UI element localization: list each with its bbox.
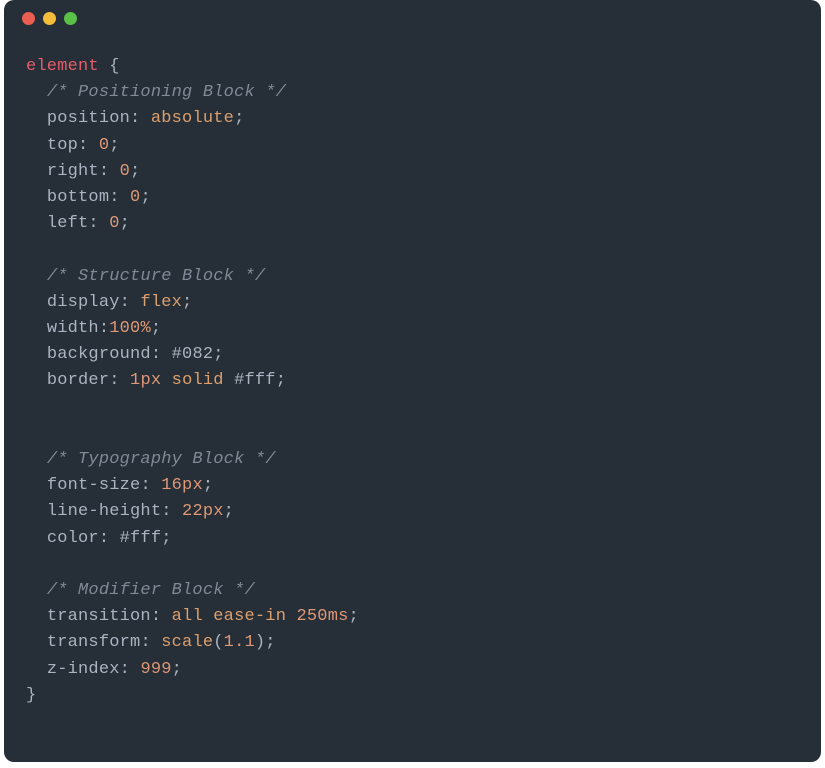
code-window: element { /* Positioning Block */ positi…	[4, 0, 821, 762]
css-value: 999	[140, 660, 171, 679]
css-value: 0	[120, 162, 130, 181]
css-selector: element	[26, 57, 99, 76]
window-titlebar	[4, 0, 821, 36]
css-value: 250ms	[297, 607, 349, 626]
css-property: background	[47, 345, 151, 364]
css-property: bottom	[47, 188, 109, 207]
css-value: 0	[99, 136, 109, 155]
css-value: )	[255, 633, 265, 652]
css-value: solid	[172, 371, 224, 390]
css-value: 16px	[161, 476, 203, 495]
css-comment: /* Modifier Block */	[47, 581, 255, 600]
css-value: #fff	[120, 529, 162, 548]
css-value: #fff	[234, 371, 276, 390]
css-property: font-size	[47, 476, 141, 495]
css-property: color	[47, 529, 99, 548]
css-value: 100%	[109, 319, 151, 338]
css-property: position	[47, 109, 130, 128]
css-value	[224, 371, 234, 390]
css-property: top	[47, 136, 78, 155]
css-value	[161, 371, 171, 390]
css-value: #082	[172, 345, 214, 364]
css-value: flex	[140, 293, 182, 312]
css-value: (	[213, 633, 223, 652]
close-brace: }	[26, 686, 36, 705]
css-property: transition	[47, 607, 151, 626]
css-value	[203, 607, 213, 626]
css-value: 0	[109, 214, 119, 233]
css-value: absolute	[151, 109, 234, 128]
open-brace: {	[99, 57, 120, 76]
css-value: all	[172, 607, 203, 626]
css-property: z-index	[47, 660, 120, 679]
css-value: 1px	[130, 371, 161, 390]
css-property: transform	[47, 633, 141, 652]
minimize-icon[interactable]	[43, 12, 56, 25]
css-property: display	[47, 293, 120, 312]
css-value	[286, 607, 296, 626]
css-value: ease-in	[213, 607, 286, 626]
css-comment: /* Typography Block */	[47, 450, 276, 469]
css-property: left	[47, 214, 89, 233]
css-property: line-height	[47, 502, 161, 521]
css-property: width	[47, 319, 99, 338]
css-value: 22px	[182, 502, 224, 521]
css-comment: /* Structure Block */	[47, 267, 265, 286]
css-value: scale	[161, 633, 213, 652]
close-icon[interactable]	[22, 12, 35, 25]
css-value: 1.1	[224, 633, 255, 652]
css-property: right	[47, 162, 99, 181]
css-comment: /* Positioning Block */	[47, 83, 286, 102]
css-value: 0	[130, 188, 140, 207]
css-property: border	[47, 371, 109, 390]
code-block: element { /* Positioning Block */ positi…	[4, 36, 821, 709]
zoom-icon[interactable]	[64, 12, 77, 25]
